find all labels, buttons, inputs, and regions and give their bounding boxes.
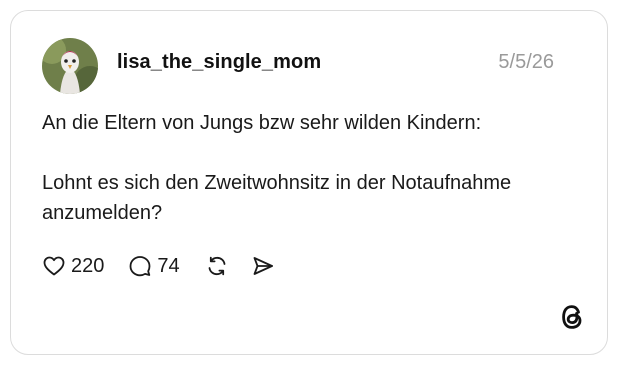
like-button[interactable]: 220: [42, 254, 104, 278]
speech-bubble-icon: [129, 256, 151, 277]
threads-logo-icon[interactable]: [559, 303, 585, 331]
like-count: 220: [71, 254, 105, 277]
avatar-image: [42, 38, 98, 94]
reply-count: 74: [157, 254, 180, 277]
share-button[interactable]: [251, 254, 275, 278]
username[interactable]: lisa_the_single_mom: [117, 51, 321, 74]
send-icon: [253, 257, 273, 275]
avatar[interactable]: [42, 38, 98, 94]
post-card: lisa_the_single_mom 5/5/26 An die Eltern…: [10, 10, 608, 355]
repost-icon: [208, 256, 226, 276]
heart-icon: [43, 256, 65, 276]
action-bar: 220 74: [42, 251, 275, 281]
post-date: 5/5/26: [498, 51, 554, 73]
threads-logo-mark: [562, 305, 582, 329]
reply-button[interactable]: 74: [128, 254, 180, 278]
repost-button[interactable]: [205, 254, 229, 278]
post-text: An die Eltern von Jungs bzw sehr wilden …: [42, 112, 512, 224]
